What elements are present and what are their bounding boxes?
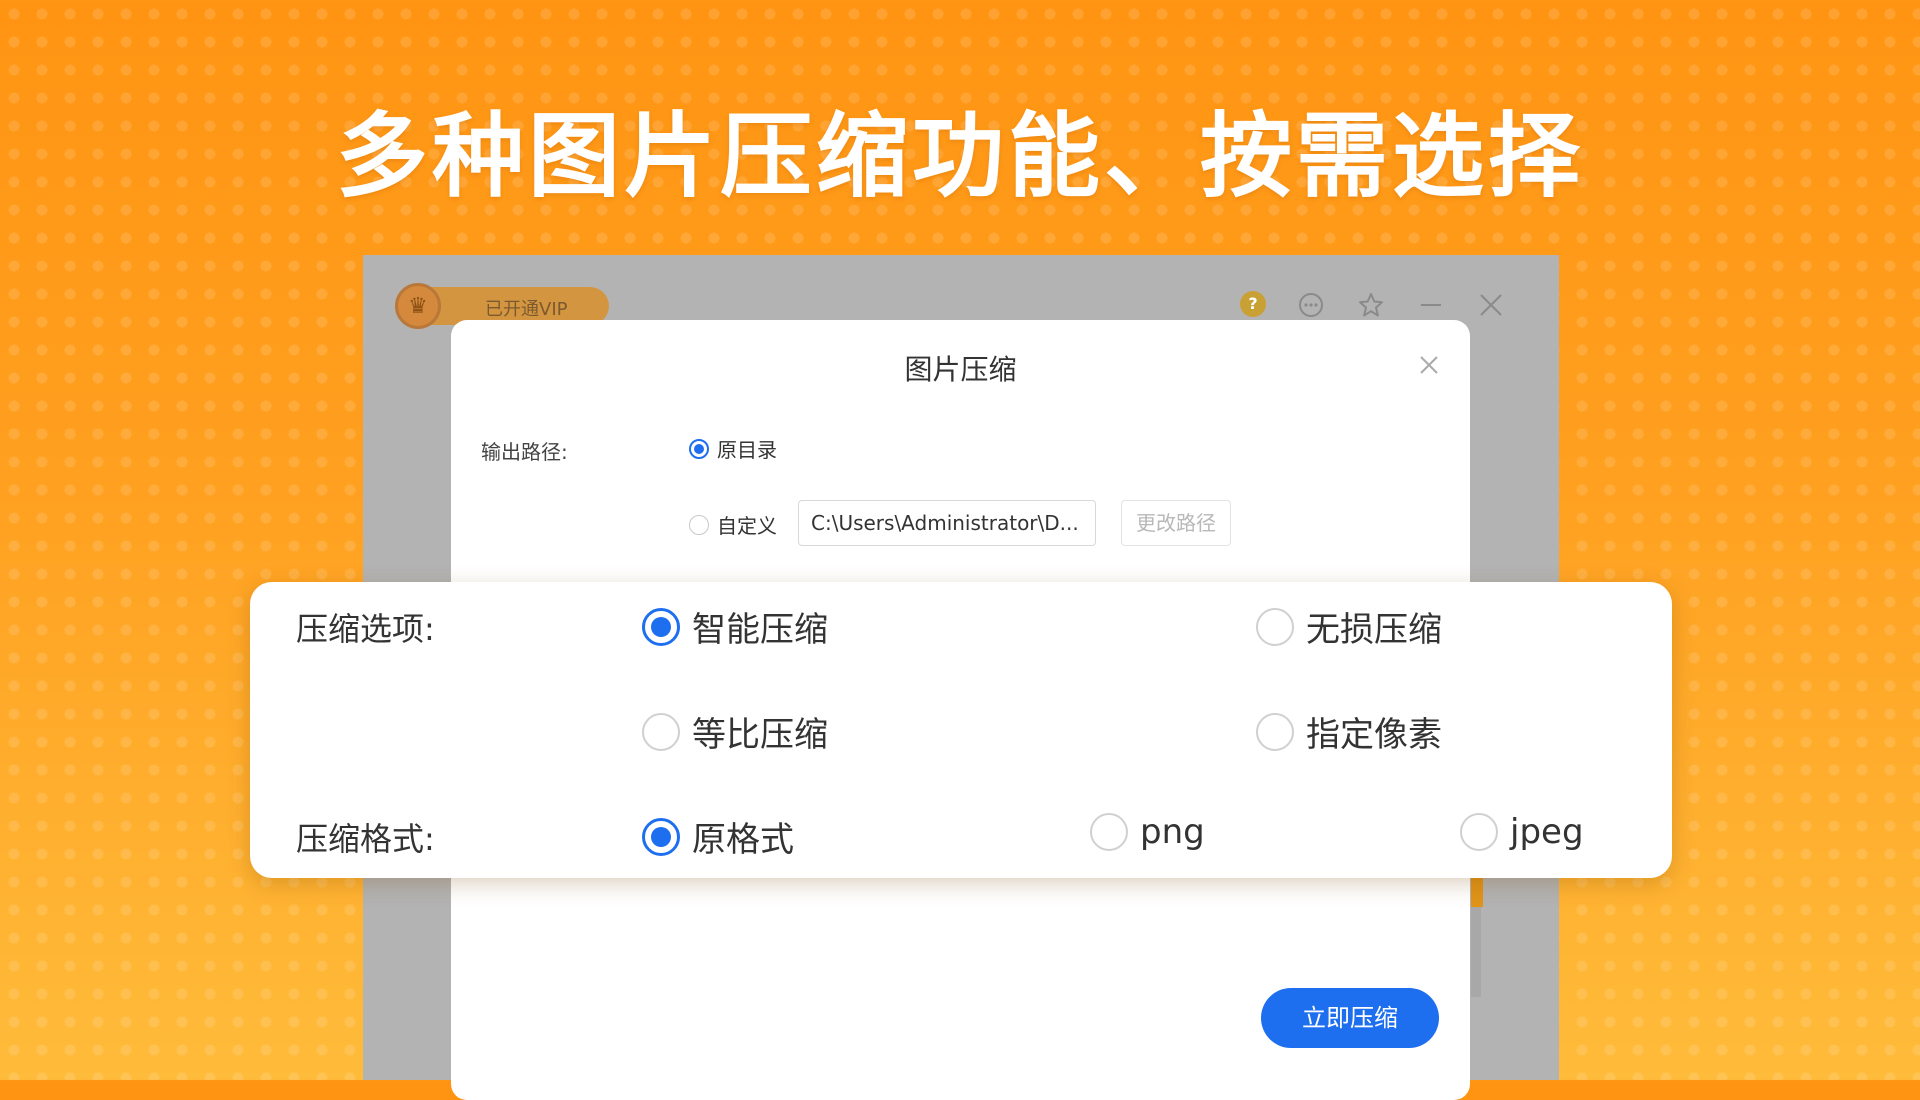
output-original-dir-option[interactable]: 原目录 (689, 434, 777, 463)
change-path-button[interactable]: 更改路径 (1121, 500, 1231, 546)
format-label: 原格式 (692, 820, 794, 860)
output-option-label: 自定义 (717, 514, 777, 538)
option-label: 无损压缩 (1306, 610, 1442, 650)
radio-unchecked-icon[interactable] (1256, 607, 1294, 646)
window-edge (1471, 907, 1481, 997)
output-custom-option[interactable]: 自定义 (689, 510, 777, 539)
compress-option-label: 压缩选项: (296, 610, 435, 648)
option-lossless-compress[interactable]: 无损压缩 (1256, 602, 1442, 651)
close-icon[interactable] (1477, 291, 1505, 325)
crown-icon: ♛ (395, 283, 441, 329)
option-specified-pixels[interactable]: 指定像素 (1256, 707, 1442, 756)
dialog-close-icon[interactable] (1418, 350, 1440, 383)
custom-path-input[interactable]: C:\Users\Administrator\D... (798, 500, 1096, 546)
accent-strip (1471, 877, 1483, 907)
radio-unchecked-icon[interactable] (689, 514, 709, 535)
headline: 多种图片压缩功能、按需选择 (335, 103, 1584, 210)
radio-unchecked-icon[interactable] (1460, 813, 1498, 851)
help-icon[interactable]: ? (1240, 291, 1266, 317)
format-label: jpeg (1510, 812, 1584, 852)
radio-checked-icon[interactable] (642, 607, 680, 646)
format-label: png (1140, 812, 1205, 852)
option-label: 等比压缩 (692, 715, 828, 755)
format-jpeg[interactable]: jpeg (1460, 812, 1584, 852)
compress-format-label: 压缩格式: (296, 820, 435, 858)
radio-unchecked-icon[interactable] (1256, 712, 1294, 751)
radio-unchecked-icon[interactable] (1090, 813, 1128, 851)
output-path-label: 输出路径: (481, 440, 568, 464)
vip-label: 已开通VIP (485, 299, 568, 320)
output-option-label: 原目录 (717, 438, 777, 462)
format-original[interactable]: 原格式 (642, 812, 794, 861)
option-proportional-compress[interactable]: 等比压缩 (642, 707, 828, 756)
option-smart-compress[interactable]: 智能压缩 (642, 602, 828, 651)
radio-unchecked-icon[interactable] (642, 712, 680, 751)
format-png[interactable]: png (1090, 812, 1205, 852)
radio-checked-icon[interactable] (642, 817, 680, 856)
option-label: 指定像素 (1306, 715, 1442, 755)
dialog-title: 图片压缩 (904, 353, 1017, 386)
compress-now-button[interactable]: 立即压缩 (1261, 988, 1439, 1048)
option-label: 智能压缩 (692, 610, 828, 650)
radio-checked-icon[interactable] (689, 438, 709, 459)
compress-options-card: 压缩选项: 智能压缩 无损压缩 等比压缩 指定像素 压缩格式: 原格式 png … (250, 582, 1672, 878)
